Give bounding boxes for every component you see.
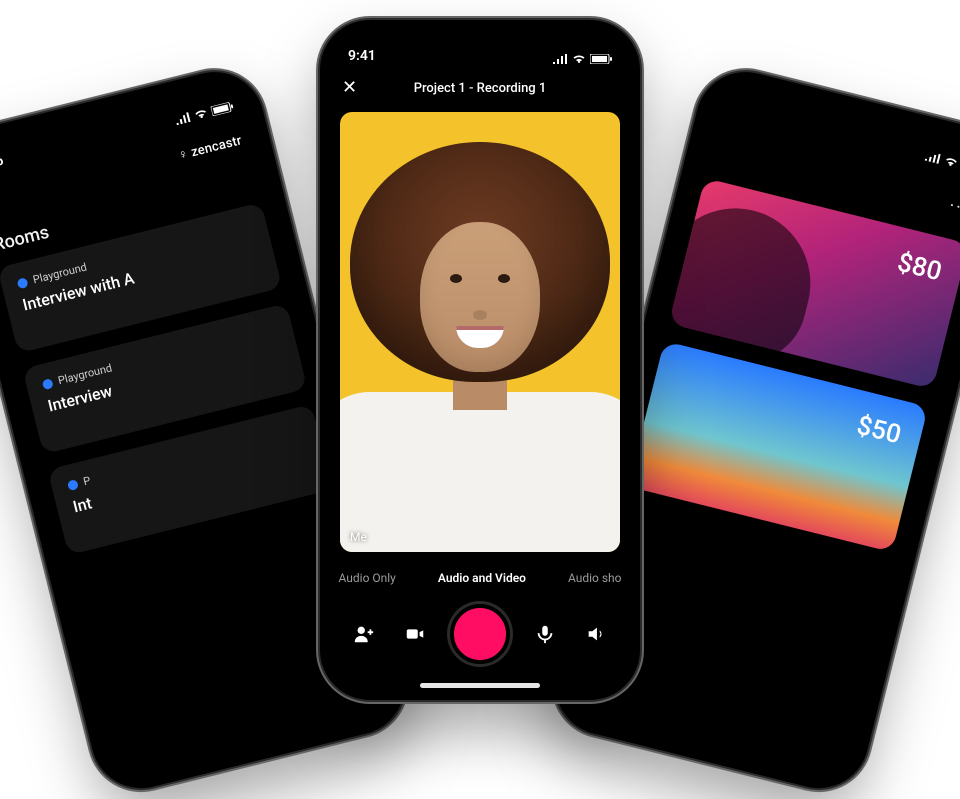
status-icons — [552, 54, 612, 64]
mode-audio-only[interactable]: Audio Only — [339, 571, 396, 585]
microphone-icon[interactable] — [528, 617, 562, 651]
camera-icon[interactable] — [398, 617, 432, 651]
wifi-icon — [193, 108, 209, 121]
tag-dot-icon — [42, 378, 54, 390]
more-menu-icon[interactable]: ··· — [947, 195, 960, 220]
price-value: $50 — [854, 411, 904, 451]
status-icons — [174, 101, 235, 125]
price-value: $80 — [894, 248, 944, 288]
status-time: 9:46 — [0, 153, 5, 175]
signal-icon — [552, 54, 568, 64]
recording-toolbar — [326, 598, 634, 670]
person-face — [420, 222, 540, 372]
video-preview[interactable]: Me — [340, 112, 620, 552]
signal-icon — [924, 151, 942, 165]
battery-icon — [210, 101, 234, 116]
speaker-icon[interactable] — [579, 617, 613, 651]
close-icon[interactable]: ✕ — [342, 79, 357, 97]
status-time: 9:41 — [348, 48, 376, 64]
add-person-icon[interactable] — [347, 617, 381, 651]
home-indicator[interactable] — [420, 683, 540, 688]
wifi-icon — [943, 155, 959, 168]
mode-audio-short[interactable]: Audio sho — [568, 571, 622, 585]
status-icons — [924, 151, 960, 175]
page-title: Project 1 - Recording 1 — [414, 81, 547, 96]
record-button[interactable] — [450, 604, 510, 664]
mode-audio-video[interactable]: Audio and Video — [438, 571, 526, 585]
wifi-icon — [572, 54, 586, 64]
notch — [405, 26, 555, 56]
signal-icon — [174, 112, 192, 126]
mode-selector[interactable]: Audio Only Audio and Video Audio sho — [326, 562, 634, 594]
person-body — [340, 392, 620, 552]
participant-label: Me — [350, 530, 367, 544]
tag-dot-icon — [67, 479, 79, 491]
brand-label: ♀ zencastr — [176, 132, 243, 163]
tag-dot-icon — [16, 277, 28, 289]
battery-icon — [590, 54, 612, 64]
phone-center: 9:41 ✕ Project 1 - Recording 1 — [320, 20, 640, 700]
